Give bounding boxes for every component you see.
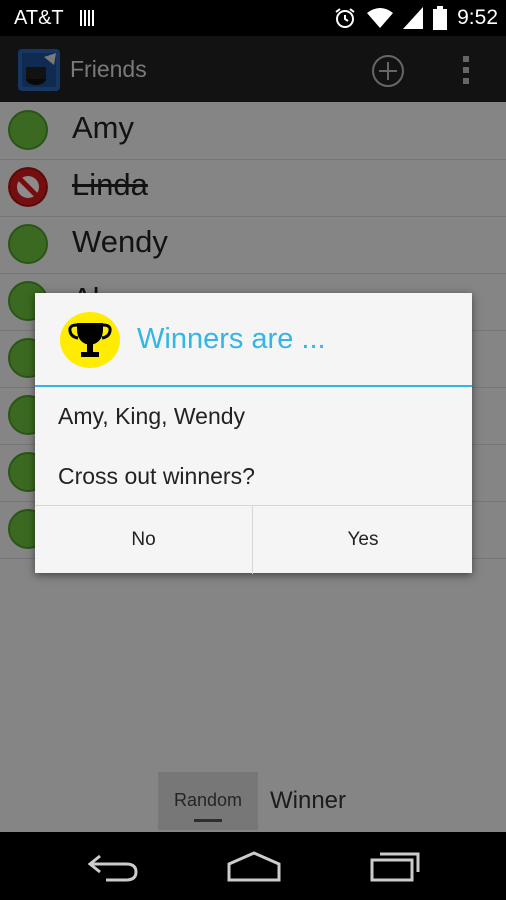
carrier-label: AT&T [14,7,64,29]
sim-icon [80,10,96,26]
alarm-icon [335,8,355,28]
status-bar: AT&T 9:52 [0,0,506,36]
home-icon[interactable] [225,850,283,882]
status-icons: 9:52 [333,4,498,32]
back-icon[interactable] [86,850,142,882]
yes-button[interactable]: Yes [254,506,472,574]
winners-list-text: Amy, King, Wendy [58,403,246,429]
recent-apps-icon[interactable] [368,848,422,882]
dialog-button-bar: No Yes [35,505,472,574]
clock: 9:52 [457,6,498,29]
signal-icon [403,7,424,29]
dialog-question: Cross out winners? [58,463,255,489]
dialog-title: Winners are ... [137,323,326,355]
trophy-icon [60,312,120,368]
winners-dialog: Winners are ... Amy, King, Wendy Cross o… [35,293,472,574]
no-button[interactable]: No [35,506,253,574]
wifi-icon [367,8,394,28]
battery-icon [433,6,448,30]
dialog-header: Winners are ... [35,293,472,387]
navigation-bar [0,832,506,900]
